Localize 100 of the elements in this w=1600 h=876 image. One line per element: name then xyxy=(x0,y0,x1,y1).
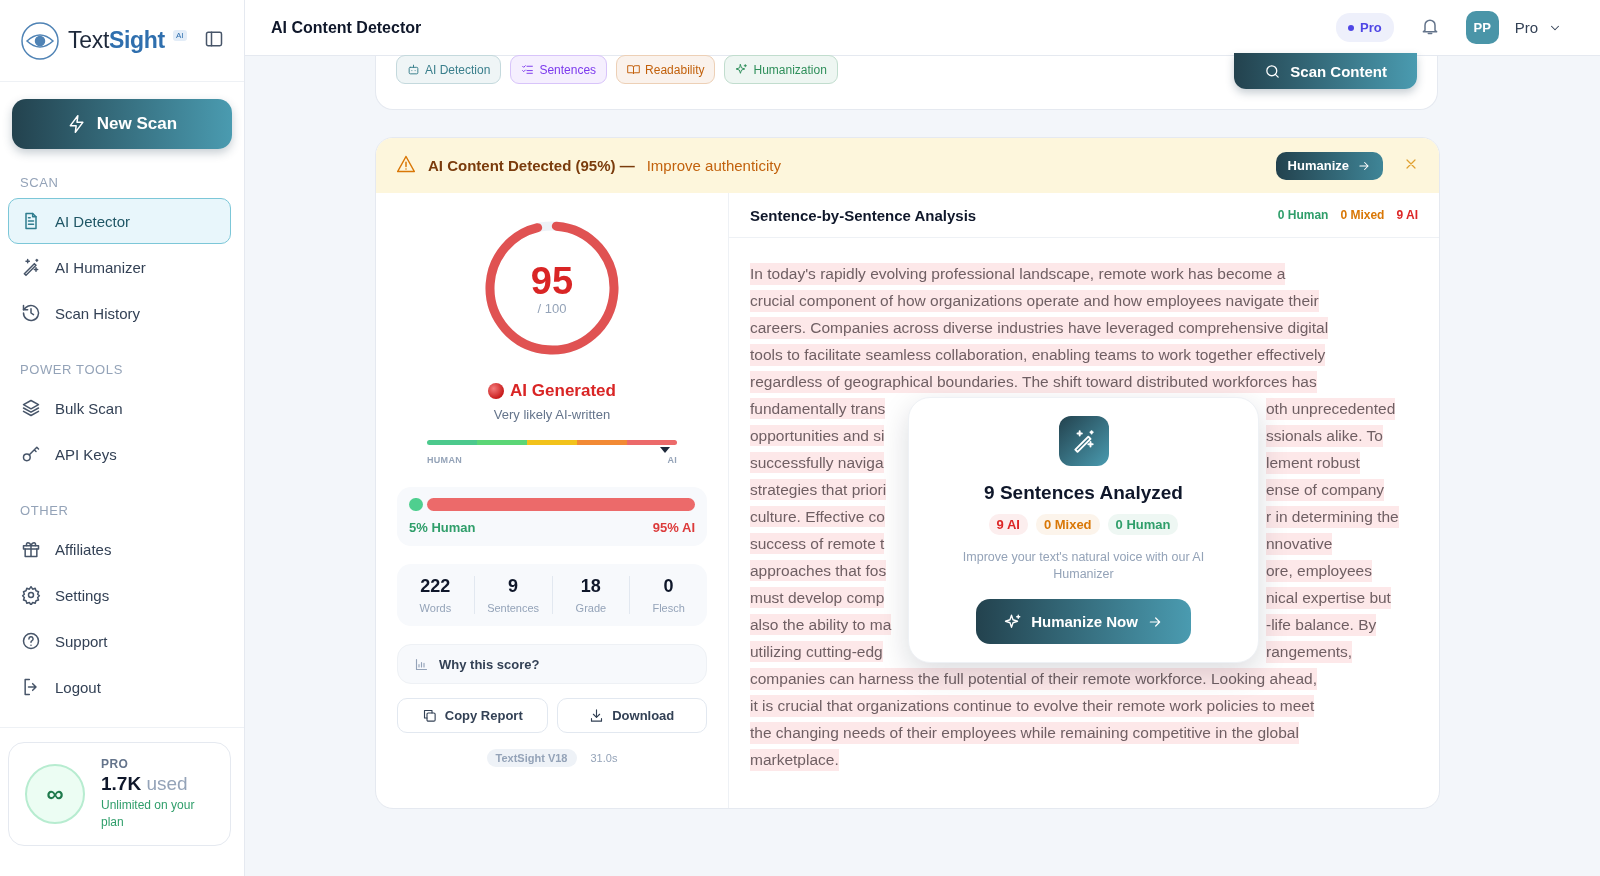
why-score-button[interactable]: Why this score? xyxy=(397,644,707,684)
humanize-button[interactable]: Humanize xyxy=(1275,151,1383,180)
blurred-text: crucial component of how organizations operate and how employees navigate their xyxy=(750,289,1319,312)
sidebar-item[interactable]: Logout xyxy=(8,664,231,710)
feature-tag: AI Detection xyxy=(396,55,502,84)
magic-wand-icon xyxy=(21,257,41,277)
count-label: 0 Mixed xyxy=(1340,208,1385,222)
search-icon xyxy=(1264,62,1282,80)
book-icon xyxy=(627,63,641,76)
feature-tag: Sentences xyxy=(510,55,608,84)
blurred-text: In today's rapidly evolving professional landscape, remote work has become a xyxy=(750,262,1286,285)
stat-label: Grade xyxy=(575,602,607,614)
blurred-text: approaches that fos xyxy=(750,559,887,581)
infinity-badge: ∞ xyxy=(25,764,85,824)
sidebar-item[interactable]: AI Humanizer xyxy=(8,244,231,290)
blurred-text: also the ability to ma xyxy=(750,613,892,635)
user-name[interactable]: Pro xyxy=(1514,19,1538,36)
count-chip: 9 AI xyxy=(988,514,1028,535)
count-chip: 0 Human xyxy=(1107,514,1179,535)
new-scan-button[interactable]: New Scan xyxy=(12,99,232,149)
blurred-text: tools to facilitate seamless collaboration, enabling teams to work together effectively xyxy=(750,343,1326,366)
blurred-text: success of remote t xyxy=(750,532,885,554)
count-label: 9 AI xyxy=(1396,208,1418,222)
blurred-text: regardless of geographical boundaries. The shift toward distributed workforces has xyxy=(750,370,1317,393)
settings-icon xyxy=(21,585,41,605)
section-heading: POWER TOOLS xyxy=(19,361,124,379)
feature-tag: Humanization xyxy=(724,55,838,84)
app-logo-text: TextSight xyxy=(68,27,165,54)
blurred-text: opportunities and si xyxy=(750,424,885,446)
scale-label: HUMAN xyxy=(427,455,462,465)
humanize-now-button[interactable]: Humanize Now xyxy=(976,599,1191,644)
human-share: 5% Human xyxy=(409,520,476,535)
checklist-icon xyxy=(521,63,535,76)
blurred-text: fundamentally trans xyxy=(750,397,886,419)
scan-time: 31.0s xyxy=(590,752,618,764)
plan-badge: Pro xyxy=(1336,13,1394,42)
blurred-text: ore, employees xyxy=(1266,559,1372,582)
score-value: 95 xyxy=(530,260,574,301)
blurred-text: it is crucial that organizations continue to evolve their remote work policies to meet xyxy=(750,694,1315,717)
action-button[interactable]: Copy Report xyxy=(397,698,548,733)
sparkle-icon xyxy=(1004,612,1023,631)
status-dot-icon xyxy=(488,383,505,399)
blurred-text: rangements, xyxy=(1266,640,1353,663)
section-heading: OTHER xyxy=(19,502,70,520)
layers-icon xyxy=(21,398,41,418)
blurred-text: nical expertise but xyxy=(1266,586,1391,609)
sidebar-item[interactable]: Scan History xyxy=(8,290,231,336)
stat-value: 18 xyxy=(580,576,601,597)
stat-label: Sentences xyxy=(487,602,540,614)
section-heading: SCAN xyxy=(19,174,60,192)
feature-tag: Readability xyxy=(616,55,716,84)
blurred-text: ssionals alike. To xyxy=(1266,424,1383,447)
blurred-text: companies can harness the full potential of their remote workforce. Looking ahead, xyxy=(750,667,1317,690)
stat-value: 9 xyxy=(508,576,519,597)
stat-label: Words xyxy=(419,602,452,614)
popup-text: Improve your text's natural voice with our AI Humanizer xyxy=(961,549,1206,583)
ai-badge: AI xyxy=(173,30,187,41)
blurred-text: r in determining the xyxy=(1266,505,1399,528)
sidebar-item[interactable]: Affiliates xyxy=(8,526,231,572)
sidebar-item[interactable]: Bulk Scan xyxy=(8,385,231,431)
action-button[interactable]: Download xyxy=(556,698,707,733)
blurred-text: marketplace. xyxy=(750,748,839,771)
plan-note: Unlimited on your plan xyxy=(101,797,196,831)
alert-title: AI Content Detected (95%) — xyxy=(428,157,635,174)
plan-label: PRO xyxy=(101,757,130,771)
count-label: 0 Human xyxy=(1277,208,1329,222)
warning-icon xyxy=(396,153,416,174)
blurred-text: -life balance. By xyxy=(1266,613,1377,636)
sidebar-item[interactable]: API Keys xyxy=(8,431,231,477)
model-badge: TextSight V18 xyxy=(486,749,577,767)
count-chip: 0 Mixed xyxy=(1035,514,1100,535)
popup-title: 9 Sentences Analyzed xyxy=(984,482,1183,504)
alert-link[interactable]: Improve authenticity xyxy=(646,157,781,174)
bar-chart-icon xyxy=(414,656,429,672)
scale-label: AI xyxy=(667,455,677,465)
stat-label: Flesch xyxy=(652,602,685,614)
scan-content-button[interactable]: Scan Content xyxy=(1234,53,1417,89)
ai-share: 95% AI xyxy=(652,520,695,535)
sidebar-item[interactable]: Support xyxy=(8,618,231,664)
blurred-text: oth unprecedented xyxy=(1266,397,1396,420)
sidebar-item[interactable]: Settings xyxy=(8,572,231,618)
blurred-text: careers. Companies across diverse industries have leveraged comprehensive digital xyxy=(750,316,1329,339)
page-title: AI Content Detector xyxy=(271,18,422,37)
help-icon xyxy=(21,631,41,651)
robot-icon xyxy=(407,63,420,76)
blurred-text: the changing needs of their employees while remaining competitive in the global xyxy=(750,721,1299,744)
blurred-text: nnovative xyxy=(1266,532,1333,555)
history-icon xyxy=(21,303,41,323)
blurred-text: lement robust xyxy=(1266,451,1360,474)
sidebar-item[interactable]: AI Detector xyxy=(8,198,231,244)
usage-text: 1.7K used xyxy=(101,773,189,795)
verdict-note: Very likely AI-written xyxy=(493,407,611,422)
eye-logo-icon xyxy=(20,20,60,61)
score-max: / 100 xyxy=(537,300,567,316)
blurred-text: culture. Effective co xyxy=(750,505,885,527)
verdict-label: AI Generated xyxy=(510,381,616,401)
blurred-text: ense of company xyxy=(1266,478,1385,501)
blurred-text: must develop comp xyxy=(750,586,885,608)
gift-icon xyxy=(21,539,41,559)
blurred-text: successfully naviga xyxy=(750,451,884,473)
